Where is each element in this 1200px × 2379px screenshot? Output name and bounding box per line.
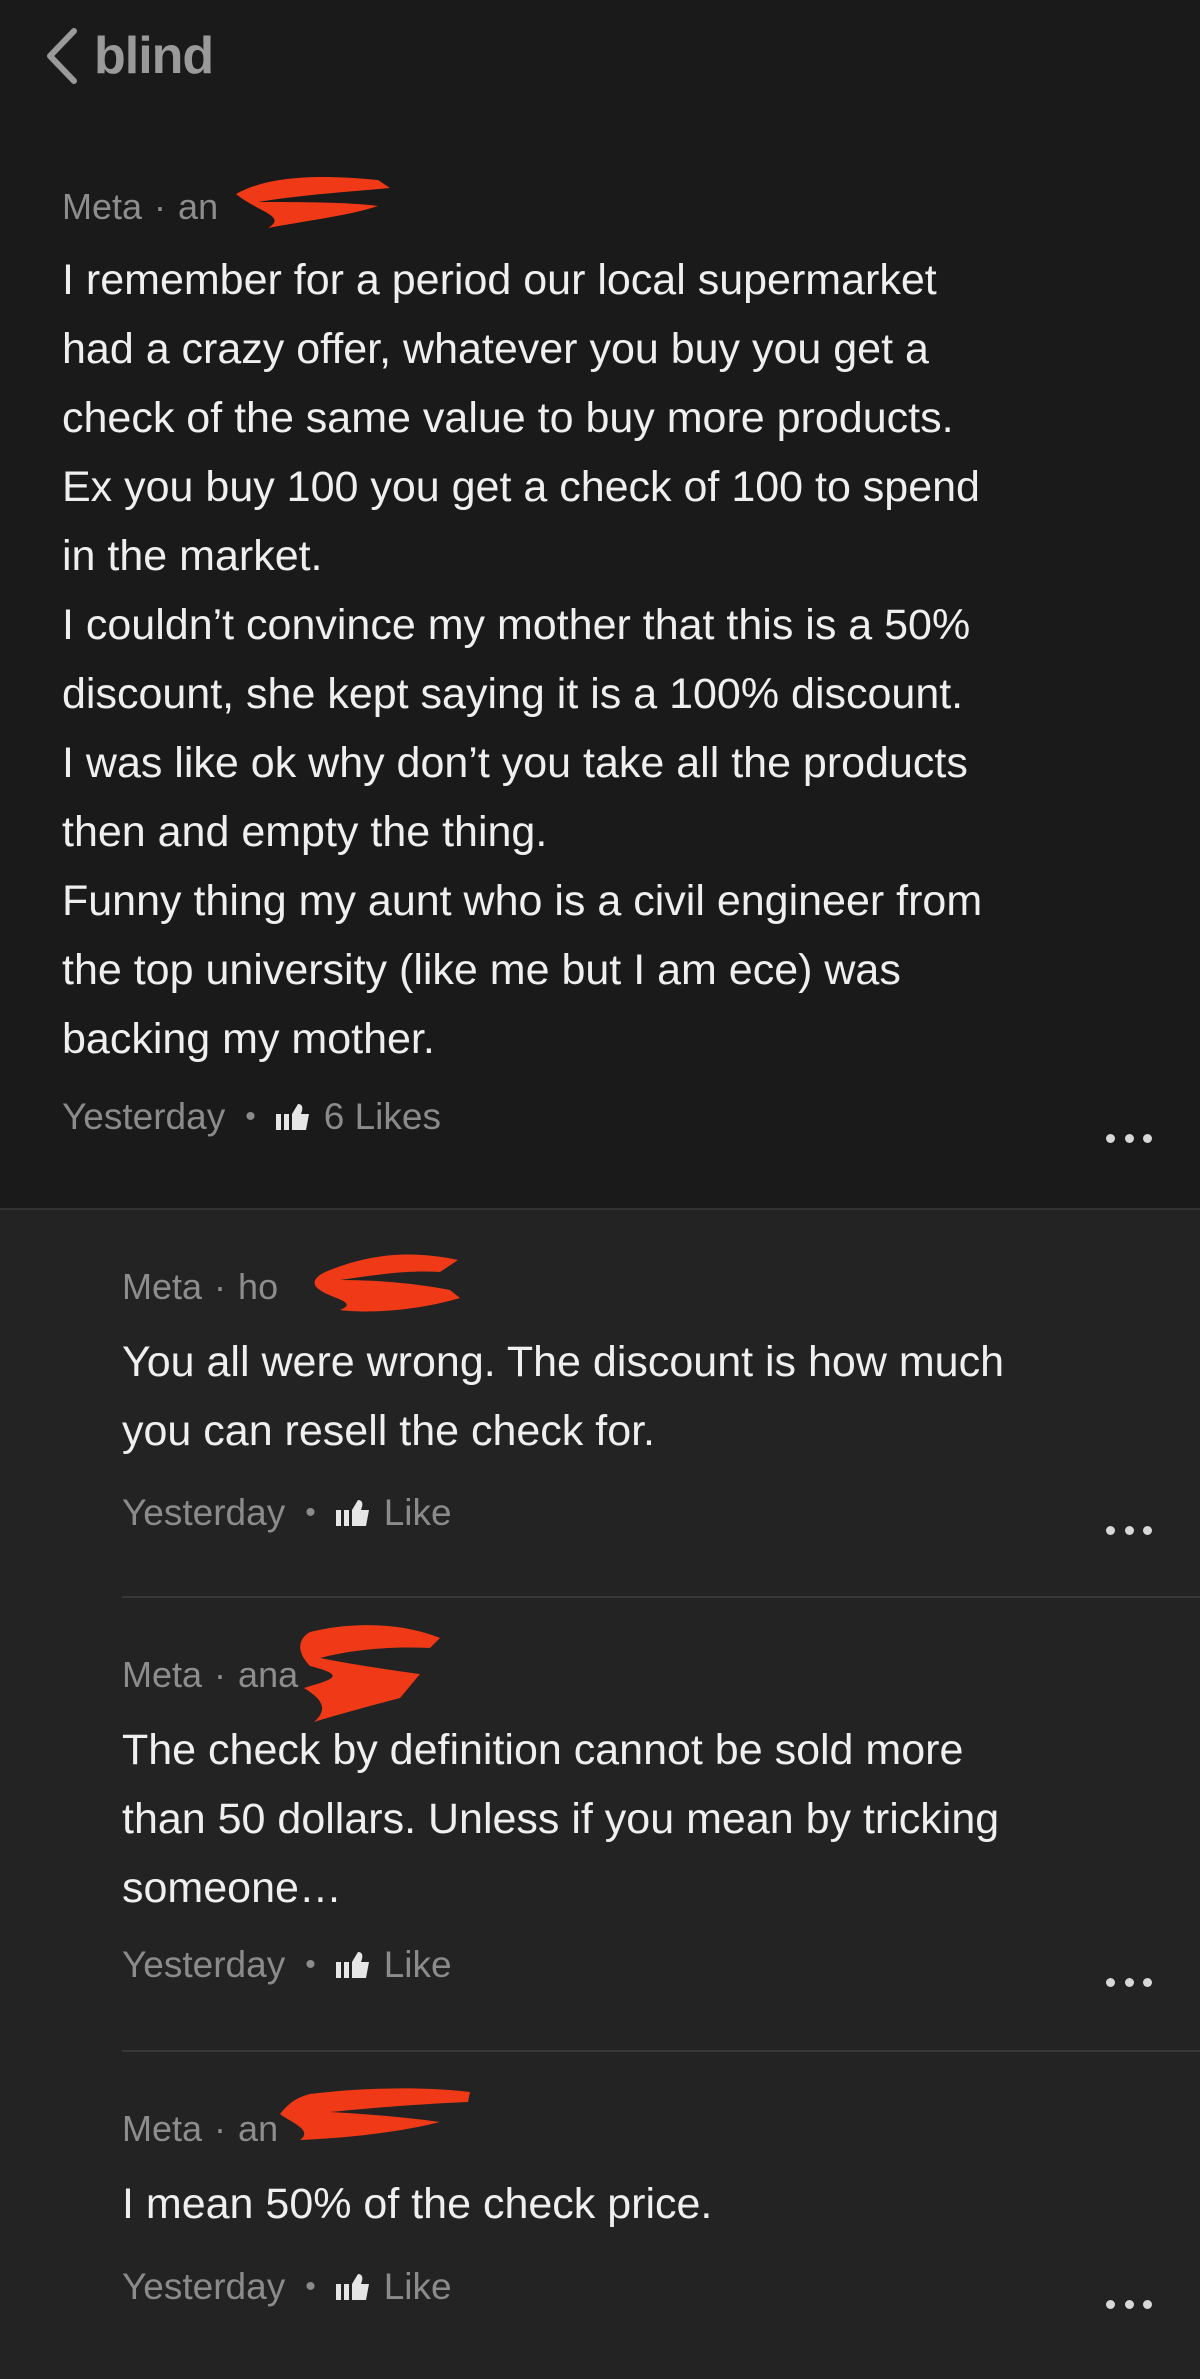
original-post: Meta · an I remember for a period our loca…	[0, 150, 1200, 1208]
post-company[interactable]: Meta	[62, 186, 142, 227]
more-dot-icon	[1124, 2299, 1134, 2309]
reply-item: Meta · an I mean 50% of the check price. Y…	[0, 2052, 1200, 2379]
more-dot-icon	[1106, 1525, 1115, 1535]
meta-separator: ·	[154, 186, 167, 227]
reply-footer: Yesterday • Like	[122, 1944, 452, 1986]
footer-separator: •	[305, 2270, 316, 2303]
reply-timestamp: Yesterday	[122, 1944, 286, 1985]
more-dot-icon	[1143, 1525, 1152, 1535]
reply-like-button[interactable]: Like	[335, 1944, 452, 1986]
reply-company[interactable]: Meta	[122, 1654, 202, 1695]
reply-like-label: Like	[383, 1944, 452, 1985]
redaction-mark	[314, 1254, 460, 1312]
thumbs-up-icon	[335, 2274, 369, 2300]
more-dot-icon	[1143, 2299, 1152, 2309]
meta-separator: ·	[214, 1266, 227, 1307]
reply-item: Meta · ho You all were wrong. The discount…	[0, 1210, 1200, 1598]
reply-like-label: Like	[383, 1492, 452, 1533]
reply-more-button[interactable]	[1106, 1524, 1152, 1536]
reply-like-label: Like	[383, 2266, 452, 2307]
more-dot-icon	[1143, 1977, 1152, 1987]
more-dot-icon	[1124, 1133, 1134, 1143]
footer-separator: •	[305, 1496, 316, 1529]
reply-body: You all were wrong. The discount is how …	[122, 1338, 1004, 1455]
reply-footer: Yesterday • Like	[122, 2266, 452, 2308]
post-timestamp: Yesterday	[62, 1096, 226, 1137]
reply-author-line: Meta · an	[122, 2108, 278, 2150]
reply-footer: Yesterday • Like	[122, 1492, 452, 1534]
reply-more-button[interactable]	[1106, 2298, 1152, 2310]
reply-company[interactable]: Meta	[122, 1266, 202, 1307]
reply-username[interactable]: ho	[238, 1266, 278, 1307]
post-username[interactable]: an	[178, 186, 218, 227]
meta-separator: ·	[214, 2108, 227, 2149]
reply-author-line: Meta · ana	[122, 1654, 298, 1696]
more-dot-icon	[1124, 1977, 1134, 1987]
reply-item: Meta · ana The check by definition cannot …	[0, 1598, 1200, 2050]
reply-company[interactable]: Meta	[122, 2108, 202, 2149]
redaction-mark	[236, 176, 390, 228]
more-dot-icon	[1106, 1977, 1115, 1987]
reply-body: The check by definition cannot be sold m…	[122, 1726, 1000, 1912]
thumbs-up-icon	[275, 1104, 309, 1130]
app-logo: blind	[94, 27, 214, 85]
reply-timestamp: Yesterday	[122, 1492, 286, 1533]
back-button[interactable]: blind	[44, 24, 214, 88]
more-dot-icon	[1143, 1133, 1152, 1143]
redaction-mark	[300, 1625, 440, 1722]
thumbs-up-icon	[335, 1952, 369, 1978]
post-body: I remember for a period our local superm…	[62, 256, 983, 1063]
post-like-button[interactable]: 6 Likes	[275, 1096, 441, 1138]
meta-separator: ·	[214, 1654, 227, 1695]
thumbs-up-icon	[335, 1500, 369, 1526]
more-dot-icon	[1124, 1525, 1134, 1535]
reply-timestamp: Yesterday	[122, 2266, 286, 2307]
post-likes-count: 6 Likes	[323, 1096, 441, 1137]
reply-more-button[interactable]	[1106, 1976, 1152, 1988]
reply-body: I mean 50% of the check price.	[122, 2180, 713, 2228]
redaction-mark	[280, 2088, 470, 2140]
post-author-line: Meta · an	[62, 186, 218, 228]
post-more-button[interactable]	[1106, 1132, 1152, 1144]
post-footer: Yesterday • 6 Likes	[62, 1096, 441, 1138]
footer-separator: •	[245, 1100, 256, 1133]
more-dot-icon	[1106, 1133, 1115, 1143]
app-header: blind	[0, 0, 1200, 150]
reply-like-button[interactable]: Like	[335, 2266, 452, 2308]
reply-like-button[interactable]: Like	[335, 1492, 452, 1534]
more-dot-icon	[1106, 2299, 1115, 2309]
footer-separator: •	[305, 1948, 316, 1981]
chevron-left-icon	[47, 28, 77, 84]
reply-author-line: Meta · ho	[122, 1266, 278, 1308]
